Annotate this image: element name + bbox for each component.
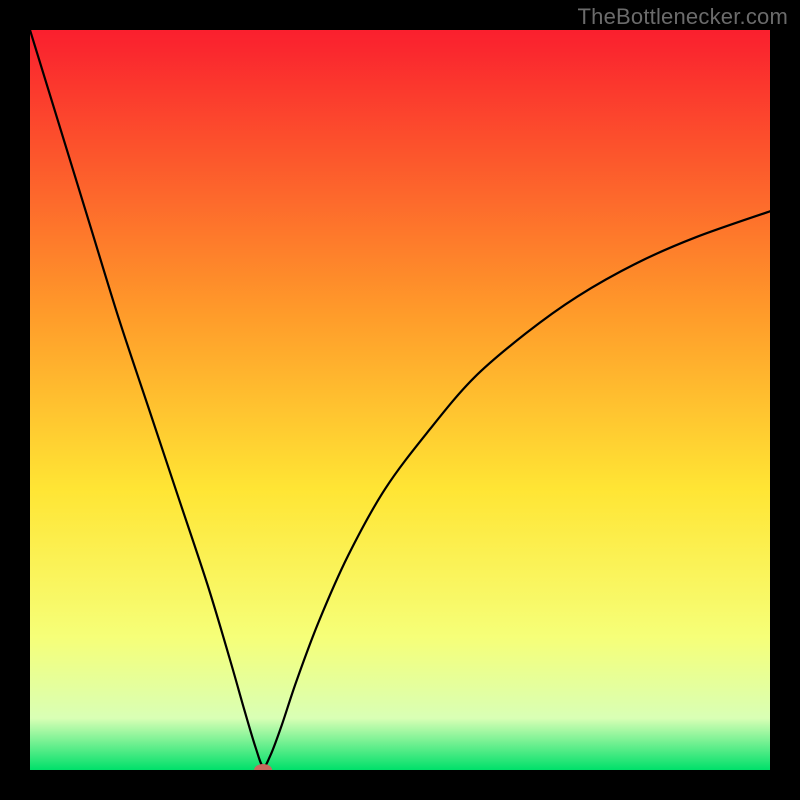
- chart-frame: TheBottlenecker.com: [0, 0, 800, 800]
- chart-svg: [30, 30, 770, 770]
- gradient-background: [30, 30, 770, 770]
- watermark-label: TheBottlenecker.com: [578, 4, 788, 30]
- chart-plot-area: [30, 30, 770, 770]
